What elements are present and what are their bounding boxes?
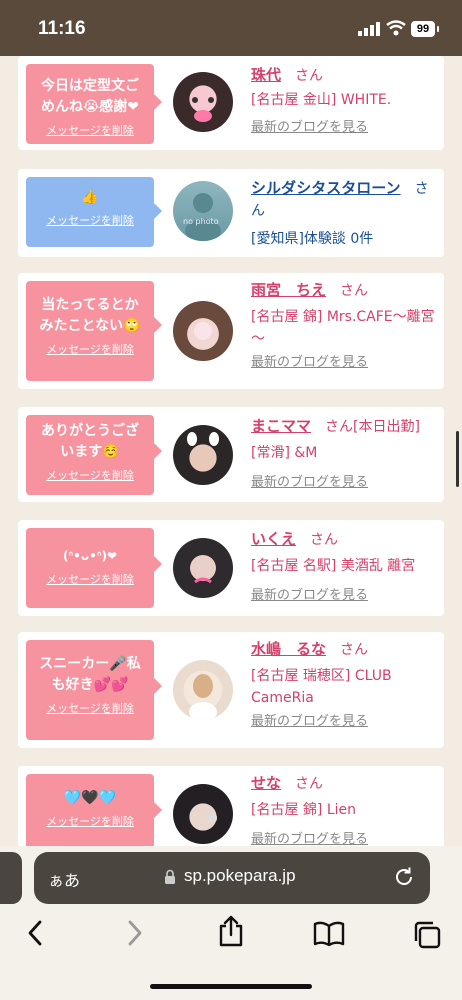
avatar[interactable] bbox=[173, 425, 233, 485]
chevron-right-icon[interactable] bbox=[122, 918, 146, 948]
profile-info: せな さん [名古屋 錦] Lien 最新のブログを見る bbox=[251, 772, 441, 846]
profile-info: いくえ さん [名古屋 名駅] 美酒乱 離宮 最新のブログを見る bbox=[251, 528, 451, 607]
delete-message-link[interactable]: メッセージを削除 bbox=[46, 122, 134, 138]
message-card: (ᐢ•ᴗ•ᐢ)❤ メッセージを削除 いくえ さん [名古屋 名駅] 美酒乱 離宮 … bbox=[18, 520, 444, 616]
shop-link[interactable]: [名古屋 錦] Lien bbox=[251, 799, 441, 821]
message-bubble: 当たってるとかみたことない🙄 メッセージを削除 bbox=[26, 281, 162, 381]
profile-info: 水嶋 るな さん [名古屋 瑞穂区] CLUB CameRia 最新のブログを見る bbox=[251, 638, 441, 733]
blog-link[interactable]: 最新のブログを見る bbox=[251, 829, 441, 846]
shop-link[interactable]: [名古屋 錦] Mrs.CAFE～離宮～ bbox=[251, 306, 441, 350]
message-text: (ᐢ•ᴗ•ᐢ)❤ bbox=[62, 549, 118, 563]
previous-tab-preview[interactable] bbox=[0, 852, 22, 904]
message-bubble: 今日は定型文ごめんね😭感謝❤ メッセージを削除 bbox=[26, 64, 162, 144]
message-text: 🩵🖤🩵 bbox=[63, 790, 117, 806]
address-bar[interactable]: ぁあ sp.pokepara.jp bbox=[34, 852, 430, 904]
share-icon[interactable] bbox=[217, 914, 245, 948]
blog-link[interactable]: 最新のブログを見る bbox=[251, 472, 451, 494]
message-bubble: (ᐢ•ᴗ•ᐢ)❤ メッセージを削除 bbox=[26, 528, 162, 608]
blog-link[interactable]: 最新のブログを見る bbox=[251, 711, 441, 733]
message-bubble: ありがとうございます☺️ メッセージを削除 bbox=[26, 415, 162, 495]
blog-link[interactable]: 最新のブログを見る bbox=[251, 585, 451, 607]
shop-link[interactable]: [常滑] &M bbox=[251, 442, 451, 464]
delete-message-link[interactable]: メッセージを削除 bbox=[46, 467, 134, 483]
book-icon[interactable] bbox=[313, 921, 345, 947]
avatar[interactable] bbox=[173, 538, 233, 598]
reader-options-button[interactable]: ぁあ bbox=[48, 867, 80, 891]
profile-info: 雨宮 ちえ さん [名古屋 錦] Mrs.CAFE～離宮～ 最新のブログを見る bbox=[251, 279, 441, 374]
message-text: 今日は定型文ごめんね😭感謝❤ bbox=[40, 78, 140, 115]
signal-icon bbox=[358, 22, 380, 36]
message-text: 👍 bbox=[81, 189, 99, 205]
battery-cap bbox=[437, 26, 439, 32]
profile-name-link[interactable]: せな bbox=[251, 774, 281, 792]
message-text: 当たってるとかみたことない🙄 bbox=[39, 297, 141, 334]
profile-name-link[interactable]: シルダシタスタローン bbox=[251, 179, 401, 197]
message-card: ありがとうございます☺️ メッセージを削除 まこママ さん[本日出勤] [常滑] … bbox=[18, 407, 444, 502]
browser-toolbar: ぁあ sp.pokepara.jp bbox=[0, 846, 462, 1000]
reload-icon[interactable] bbox=[392, 865, 416, 889]
avatar[interactable] bbox=[173, 784, 233, 844]
chevron-left-icon[interactable] bbox=[24, 918, 48, 948]
wifi-icon bbox=[386, 20, 406, 36]
profile-name-link[interactable]: 雨宮 ちえ bbox=[251, 281, 326, 299]
tabs-icon[interactable] bbox=[412, 920, 442, 950]
avatar[interactable] bbox=[173, 301, 233, 361]
message-card: 🩵🖤🩵 メッセージを削除 せな さん [名古屋 錦] Lien 最新のブログを見る bbox=[18, 766, 444, 846]
shop-link[interactable]: [愛知県]体験談 0件 bbox=[251, 228, 441, 250]
message-card: 👍 メッセージを削除 no photo シルダシタスタローン さん [愛知県]体験… bbox=[18, 169, 444, 257]
message-text: スニーカー🎤私も好き💕💕 bbox=[39, 656, 141, 693]
lock-icon bbox=[165, 869, 175, 884]
shop-link[interactable]: [名古屋 名駅] 美酒乱 離宮 bbox=[251, 555, 451, 577]
battery-icon: 99 bbox=[411, 21, 435, 37]
avatar[interactable] bbox=[173, 660, 233, 720]
message-card: スニーカー🎤私も好き💕💕 メッセージを削除 水嶋 るな さん [名古屋 瑞穂区] … bbox=[18, 632, 444, 748]
blog-link[interactable]: 最新のブログを見る bbox=[251, 352, 441, 374]
profile-info: 珠代 さん [名古屋 金山] WHITE. 最新のブログを見る bbox=[251, 64, 441, 139]
message-bubble: 🩵🖤🩵 メッセージを削除 bbox=[26, 774, 162, 846]
profile-name-link[interactable]: 水嶋 るな bbox=[251, 640, 326, 658]
shop-link[interactable]: [名古屋 金山] WHITE. bbox=[251, 89, 441, 111]
profile-name-link[interactable]: まこママ bbox=[251, 417, 311, 435]
message-bubble: スニーカー🎤私も好き💕💕 メッセージを削除 bbox=[26, 640, 162, 740]
url-text[interactable]: sp.pokepara.jp bbox=[184, 866, 296, 886]
status-bar: 11:16 99 bbox=[0, 0, 462, 56]
avatar[interactable] bbox=[173, 72, 233, 132]
clock: 11:16 bbox=[38, 18, 86, 39]
message-card: 当たってるとかみたことない🙄 メッセージを削除 雨宮 ちえ さん [名古屋 錦] … bbox=[18, 273, 444, 389]
message-bubble: 👍 メッセージを削除 bbox=[26, 177, 162, 247]
message-list[interactable]: 今日は定型文ごめんね😭感謝❤ メッセージを削除 珠代 さん [名古屋 金山] WH… bbox=[0, 56, 462, 846]
profile-info: シルダシタスタローン さん [愛知県]体験談 0件 bbox=[251, 177, 441, 250]
message-card: 今日は定型文ごめんね😭感謝❤ メッセージを削除 珠代 さん [名古屋 金山] WH… bbox=[18, 56, 444, 150]
home-indicator[interactable] bbox=[150, 984, 312, 989]
delete-message-link[interactable]: メッセージを削除 bbox=[46, 700, 134, 716]
delete-message-link[interactable]: メッセージを削除 bbox=[46, 813, 134, 829]
blog-link[interactable]: 最新のブログを見る bbox=[251, 117, 441, 139]
delete-message-link[interactable]: メッセージを削除 bbox=[46, 571, 134, 587]
shop-link[interactable]: [名古屋 瑞穂区] CLUB CameRia bbox=[251, 665, 441, 709]
delete-message-link[interactable]: メッセージを削除 bbox=[46, 341, 134, 357]
profile-info: まこママ さん[本日出勤] [常滑] &M 最新のブログを見る bbox=[251, 415, 451, 494]
scroll-indicator[interactable] bbox=[456, 431, 459, 487]
profile-name-link[interactable]: 珠代 bbox=[251, 66, 281, 84]
no-photo-text: no photo bbox=[183, 217, 219, 226]
delete-message-link[interactable]: メッセージを削除 bbox=[46, 212, 134, 228]
message-text: ありがとうございます☺️ bbox=[41, 423, 139, 460]
profile-name-link[interactable]: いくえ bbox=[251, 530, 296, 548]
avatar[interactable]: no photo bbox=[173, 181, 233, 241]
